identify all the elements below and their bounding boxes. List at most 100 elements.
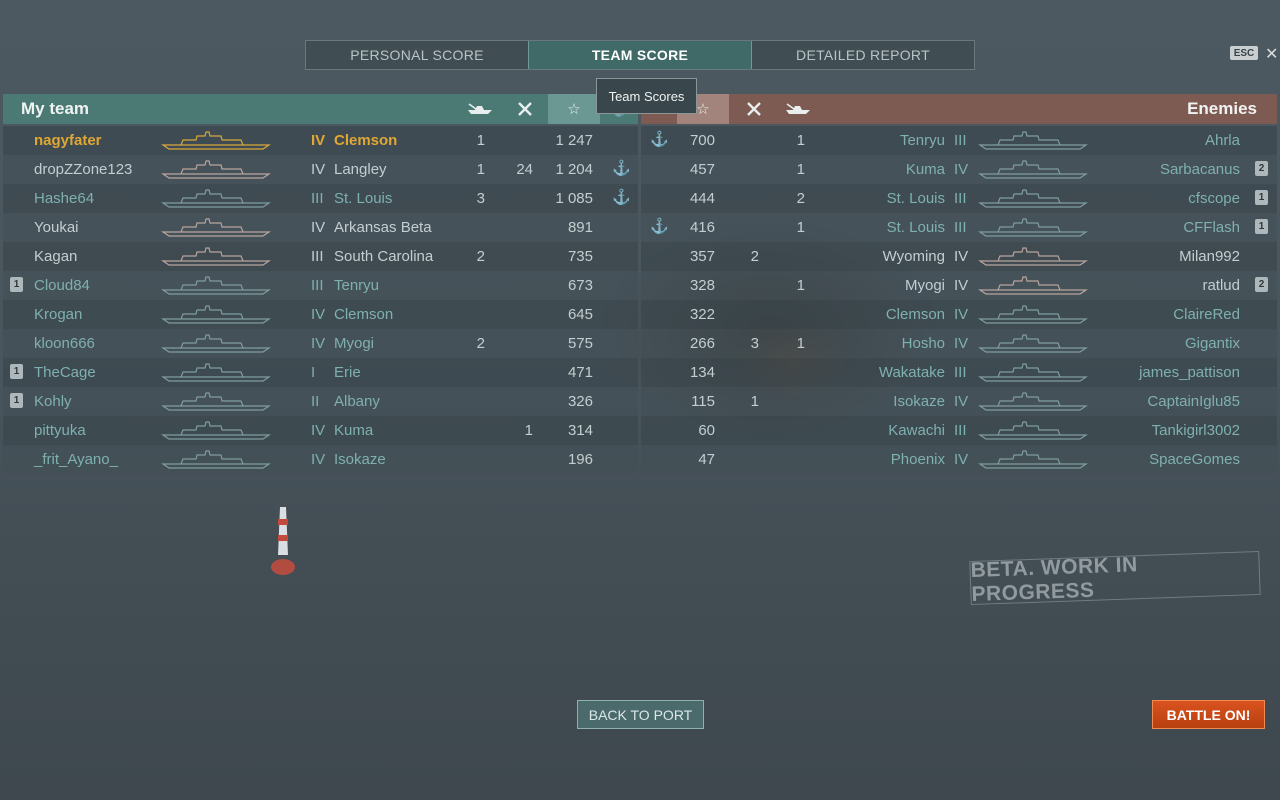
player-name: CFFlash	[1183, 219, 1240, 236]
ship-name: Albany	[334, 393, 380, 410]
player-row[interactable]: _frit_Ayano_ IV Isokaze 196	[3, 445, 638, 474]
player-name: ClaireRed	[1173, 306, 1240, 323]
player-row[interactable]: ⚓ 416 1 St. Louis III CFFlash 1	[641, 213, 1277, 242]
ship-kills: 1	[796, 277, 805, 294]
score-value: 1 247	[555, 132, 593, 149]
player-name: Kagan	[34, 248, 78, 265]
player-row[interactable]: nagyfater IV Clemson 1 1 247	[3, 126, 638, 155]
plane-kills: 1	[750, 393, 759, 410]
player-row[interactable]: 266 3 1 Hosho IV Gigantix	[641, 329, 1277, 358]
ship-kills: 1	[796, 132, 805, 149]
player-row[interactable]: 457 1 Kuma IV Sarbacanus 2	[641, 155, 1277, 184]
ship-silhouette-icon	[161, 333, 271, 353]
ship-name: Wyoming	[882, 248, 945, 265]
tab-team-score[interactable]: TEAM SCORE	[528, 41, 752, 69]
score-value: 326	[567, 393, 593, 410]
close-icon[interactable]: ✕	[1265, 44, 1278, 64]
esc-key-hint[interactable]: ESC	[1230, 46, 1258, 60]
tab-detailed-report[interactable]: DETAILED REPORT	[752, 41, 974, 69]
ship-tier: III	[954, 422, 967, 439]
ship-kills: 1	[476, 161, 485, 178]
ship-tier: III	[311, 190, 324, 207]
ship-tier: III	[954, 364, 967, 381]
ship-silhouette-icon	[978, 246, 1088, 266]
plane-kills: 1	[524, 422, 533, 439]
back-to-port-button[interactable]: BACK TO PORT	[577, 700, 704, 729]
player-row[interactable]: 328 1 Myogi IV ratlud 2	[641, 271, 1277, 300]
battle-on-button[interactable]: BATTLE ON!	[1152, 700, 1265, 729]
ship-tier: IV	[954, 277, 969, 294]
player-name: kloon666	[34, 335, 95, 352]
player-row[interactable]: 1 TheCage I Erie 471	[3, 358, 638, 387]
plane-kills: 2	[750, 248, 759, 265]
anchor-icon: ⚓	[612, 189, 631, 206]
ship-silhouette-icon	[978, 275, 1088, 295]
player-row[interactable]: 357 2 Wyoming IV Milan992	[641, 242, 1277, 271]
ship-name: St. Louis	[886, 219, 945, 236]
ship-name: St. Louis	[886, 190, 945, 207]
ship-name: Kuma	[334, 422, 374, 439]
ship-tier: III	[311, 277, 324, 294]
player-row[interactable]: Youkai IV Arkansas Beta 891	[3, 213, 638, 242]
ship-silhouette-icon	[161, 275, 271, 295]
player-row[interactable]: 60 Kawachi III Tankigirl3002	[641, 416, 1277, 445]
team-scores-tooltip: Team Scores	[596, 78, 697, 114]
plane-kills: 3	[750, 335, 759, 352]
player-row[interactable]: Krogan IV Clemson 645	[3, 300, 638, 329]
rank-badge: 2	[1255, 277, 1268, 292]
ship-silhouette-icon	[161, 217, 271, 237]
tab-personal-score[interactable]: PERSONAL SCORE	[306, 41, 528, 69]
ship-name: Tenryu	[334, 277, 380, 294]
player-name: Youkai	[34, 219, 79, 236]
player-name: _frit_Ayano_	[34, 451, 118, 468]
star-score-icon: ☆	[548, 94, 600, 124]
enemies-header: ☆ Enemies	[641, 94, 1277, 124]
ship-kills-icon	[463, 94, 497, 124]
my-team-header: My team ☆ ⚓	[3, 94, 638, 124]
player-row[interactable]: 322 Clemson IV ClaireRed	[641, 300, 1277, 329]
ship-silhouette-icon	[161, 159, 271, 179]
ship-silhouette-icon	[978, 304, 1088, 324]
player-row[interactable]: 47 Phoenix IV SpaceGomes	[641, 445, 1277, 474]
player-row[interactable]: pittyuka IV Kuma 1 314	[3, 416, 638, 445]
score-value: 1 085	[555, 190, 593, 207]
planes-icon	[737, 94, 771, 124]
player-row[interactable]: Kagan III South Carolina 2 735	[3, 242, 638, 271]
ship-name: Isokaze	[893, 393, 945, 410]
ship-tier: IV	[954, 248, 969, 265]
player-row[interactable]: ⚓ 700 1 Tenryu III Ahrla	[641, 126, 1277, 155]
player-row[interactable]: 444 2 St. Louis III cfscope 1	[641, 184, 1277, 213]
ship-name: Hosho	[901, 335, 945, 352]
ship-silhouette-icon	[978, 159, 1088, 179]
ship-name: Kawachi	[888, 422, 945, 439]
score-value: 47	[698, 451, 715, 468]
score-value: 471	[567, 364, 593, 381]
ship-silhouette-icon	[978, 333, 1088, 353]
player-row[interactable]: dropZZone123 IV Langley 1 24 1 204 ⚓	[3, 155, 638, 184]
ship-tier: IV	[311, 161, 326, 178]
ship-kills: 3	[476, 190, 485, 207]
enemies-table: ⚓ 700 1 Tenryu III Ahrla 457 1 Kuma IV Sarbacanus 2…	[641, 126, 1277, 474]
ship-tier: II	[311, 393, 320, 410]
ship-silhouette-icon	[161, 449, 271, 469]
player-row[interactable]: kloon666 IV Myogi 2 575	[3, 329, 638, 358]
player-row[interactable]: 134 Wakatake III james_pattison	[641, 358, 1277, 387]
ship-name: Myogi	[334, 335, 375, 352]
player-name: pittyuka	[34, 422, 86, 439]
player-name: Tankigirl3002	[1151, 422, 1240, 439]
player-name: Ahrla	[1204, 132, 1240, 149]
player-row[interactable]: 115 1 Isokaze IV CaptainIglu85	[641, 387, 1277, 416]
player-name: Sarbacanus	[1159, 161, 1240, 178]
ship-kills-icon	[781, 94, 815, 124]
ship-name: Tenryu	[899, 132, 945, 149]
ship-tier: III	[954, 132, 967, 149]
score-value: 416	[689, 219, 715, 236]
ship-silhouette-icon	[161, 246, 271, 266]
enemies-title: Enemies	[1187, 99, 1257, 118]
player-row[interactable]: Hashe64 III St. Louis 3 1 085 ⚓	[3, 184, 638, 213]
player-row[interactable]: 1 Cloud84 III Tenryu 673	[3, 271, 638, 300]
ship-name: Myogi	[904, 277, 945, 294]
player-name: Milan992	[1179, 248, 1240, 265]
player-row[interactable]: 1 Kohly II Albany 326	[3, 387, 638, 416]
plane-kills: 24	[516, 161, 533, 178]
